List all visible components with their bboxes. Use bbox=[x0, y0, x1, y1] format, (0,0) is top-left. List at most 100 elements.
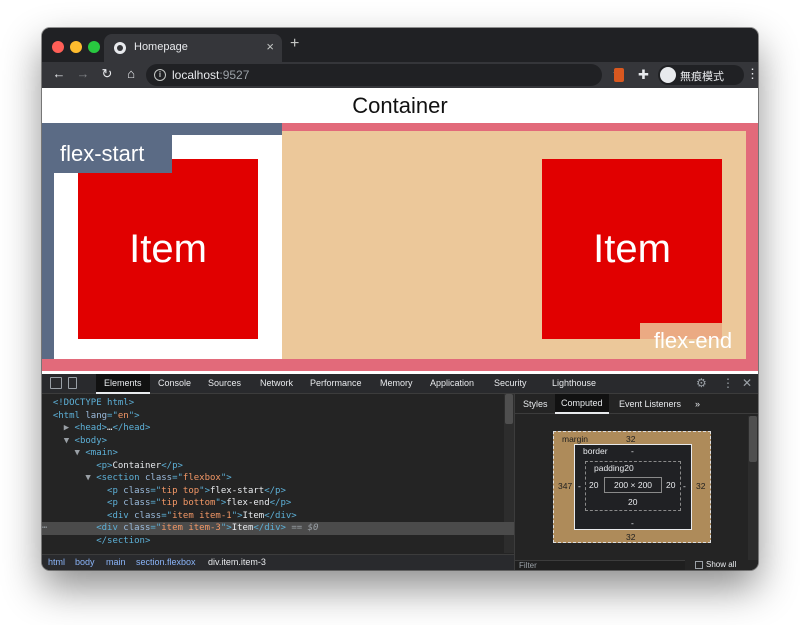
url-text: localhost:9527 bbox=[172, 68, 249, 82]
dom-node-row[interactable]: <div class="item item-1">Item</div> bbox=[42, 510, 514, 523]
dom-node-row[interactable]: <p>Container</p> bbox=[42, 460, 514, 473]
tab-lighthouse[interactable]: Lighthouse bbox=[552, 378, 596, 388]
node-text: Container bbox=[112, 460, 162, 471]
dom-node-row[interactable]: </section> bbox=[42, 535, 514, 548]
expand-arrow-icon: ▼ bbox=[63, 435, 75, 446]
dom-node-row[interactable]: <html lang="en"> bbox=[42, 410, 514, 423]
crumb-section[interactable]: section.flexbox bbox=[136, 557, 196, 567]
devtools-tabbar: Elements Console Sources Network Perform… bbox=[42, 374, 758, 394]
maximize-window-button[interactable] bbox=[88, 41, 100, 53]
incognito-profile-button[interactable]: 無痕模式 bbox=[658, 65, 744, 85]
crumb-main[interactable]: main bbox=[106, 557, 126, 567]
forward-arrow-icon[interactable]: → bbox=[74, 66, 92, 81]
tab-performance[interactable]: Performance bbox=[310, 378, 362, 388]
close-tag: </section> bbox=[96, 535, 151, 546]
extension-icon[interactable] bbox=[614, 68, 624, 82]
dom-node-row[interactable]: ▼ <main> bbox=[42, 447, 514, 460]
margin-left-value[interactable]: 347 bbox=[558, 481, 572, 491]
attr-name: class bbox=[139, 473, 173, 483]
box-model-diagram: margin 32 32 347 32 border - - - - paddi… bbox=[553, 431, 711, 543]
dom-node-row[interactable]: <p class="tip bottom">flex-end</p> bbox=[42, 497, 514, 510]
border-right-value[interactable]: - bbox=[683, 481, 686, 491]
sidebar-scrollbar[interactable] bbox=[748, 416, 758, 560]
browser-menu-icon[interactable]: ⋮ bbox=[746, 66, 758, 82]
browser-toolbar: ← → ↻ ⌂ i localhost:9527 ☆ ✚ 無痕模式 ⋮ bbox=[42, 62, 758, 88]
tab-application[interactable]: Application bbox=[430, 378, 474, 388]
dom-node-row[interactable]: ▶ <head>…</head> bbox=[42, 422, 514, 435]
tab-network[interactable]: Network bbox=[260, 378, 293, 388]
tab-close-icon[interactable]: × bbox=[266, 39, 274, 54]
page-title: Container bbox=[352, 93, 448, 118]
tab-styles[interactable]: Styles bbox=[523, 399, 548, 409]
tab-computed[interactable]: Computed bbox=[555, 394, 609, 414]
tab-elements[interactable]: Elements bbox=[96, 374, 150, 394]
attr-name: lang bbox=[79, 410, 108, 421]
padding-right-value[interactable]: 20 bbox=[666, 480, 675, 490]
settings-gear-icon[interactable]: ⚙ bbox=[696, 376, 707, 390]
border-top-value[interactable]: - bbox=[631, 446, 634, 456]
border-label: border bbox=[583, 446, 608, 456]
tab-console[interactable]: Console bbox=[158, 378, 191, 388]
box-model-border: border - - - - padding20 20 20 20 200 × … bbox=[574, 444, 692, 530]
tab-sources[interactable]: Sources bbox=[208, 378, 241, 388]
puzzle-extensions-icon[interactable]: ✚ bbox=[638, 67, 649, 83]
dom-node-row[interactable]: <p class="tip top">flex-start</p> bbox=[42, 485, 514, 498]
tag-name: <p bbox=[107, 498, 118, 508]
devtools-more-icon[interactable]: ⋮ bbox=[722, 376, 734, 390]
breadcrumb: html body main section.flexbox div.item.… bbox=[42, 554, 514, 570]
home-icon[interactable]: ⌂ bbox=[122, 66, 140, 81]
border-left-value[interactable]: - bbox=[578, 481, 581, 491]
tab-event-listeners[interactable]: Event Listeners bbox=[619, 399, 681, 409]
close-tag: </head> bbox=[112, 423, 151, 433]
site-info-icon[interactable]: i bbox=[154, 69, 166, 81]
margin-bottom-value[interactable]: 32 bbox=[626, 532, 635, 542]
dom-node-row[interactable]: <!DOCTYPE html> bbox=[42, 397, 514, 410]
close-window-button[interactable] bbox=[52, 41, 64, 53]
globe-icon bbox=[114, 42, 126, 54]
tag-name: <html bbox=[52, 410, 80, 421]
sidebar-scroll-thumb[interactable] bbox=[749, 416, 757, 462]
tab-security[interactable]: Security bbox=[494, 378, 527, 388]
crumb-body[interactable]: body bbox=[75, 557, 95, 567]
more-tabs-icon[interactable]: » bbox=[695, 399, 700, 409]
dom-node-row[interactable]: ▼ <section class="flexbox"> bbox=[42, 472, 514, 485]
doctype-text: <!DOCTYPE html> bbox=[52, 398, 135, 408]
inspect-element-icon[interactable] bbox=[50, 377, 62, 389]
selected-marker: == $0 bbox=[285, 523, 319, 533]
crumb-div-item-3[interactable]: div.item.item-3 bbox=[208, 557, 266, 567]
filter-input[interactable]: Filter bbox=[515, 560, 685, 570]
margin-right-value[interactable]: 32 bbox=[696, 481, 705, 491]
tag-name: <p bbox=[96, 460, 108, 471]
tag-end: > bbox=[112, 448, 118, 458]
box-model-padding: padding20 20 20 20 200 × 200 bbox=[585, 461, 681, 511]
border-bottom-value[interactable]: - bbox=[631, 518, 634, 528]
node-text: flex-start bbox=[210, 485, 265, 496]
padding-bottom-value[interactable]: 20 bbox=[628, 497, 637, 507]
dom-node-row[interactable]: ⋯ <div class="item item-3">Item</div> ==… bbox=[42, 522, 514, 535]
checkbox-icon[interactable] bbox=[695, 560, 703, 569]
padding-left-value[interactable]: 20 bbox=[589, 480, 598, 490]
reload-icon[interactable]: ↻ bbox=[98, 66, 116, 82]
attr-eq: =" bbox=[161, 510, 173, 521]
expand-arrow-icon: ▼ bbox=[85, 473, 97, 483]
computed-sidebar: Styles Computed Event Listeners » margin… bbox=[515, 394, 758, 570]
back-arrow-icon[interactable]: ← bbox=[50, 66, 68, 81]
content-size[interactable]: 200 × 200 bbox=[604, 477, 662, 493]
browser-tab-homepage[interactable]: Homepage × bbox=[104, 34, 282, 62]
attr-name: class bbox=[117, 485, 151, 496]
tab-memory[interactable]: Memory bbox=[380, 378, 413, 388]
minimize-window-button[interactable] bbox=[70, 41, 82, 53]
crumb-html[interactable]: html bbox=[48, 557, 65, 567]
devtools-close-icon[interactable]: ✕ bbox=[742, 376, 752, 390]
new-tab-button[interactable]: + bbox=[290, 35, 299, 53]
dom-node-row[interactable]: ▼ <body> bbox=[42, 435, 514, 448]
margin-top-value[interactable]: 32 bbox=[626, 434, 635, 444]
address-bar[interactable]: i localhost:9527 ☆ bbox=[146, 64, 624, 86]
elements-tree: <!DOCTYPE html> <html lang="en"> ▶ <head… bbox=[42, 394, 514, 553]
profile-label: 無痕模式 bbox=[680, 71, 724, 83]
device-toolbar-icon[interactable] bbox=[68, 377, 77, 389]
show-all-checkbox[interactable]: Show all bbox=[695, 560, 736, 570]
